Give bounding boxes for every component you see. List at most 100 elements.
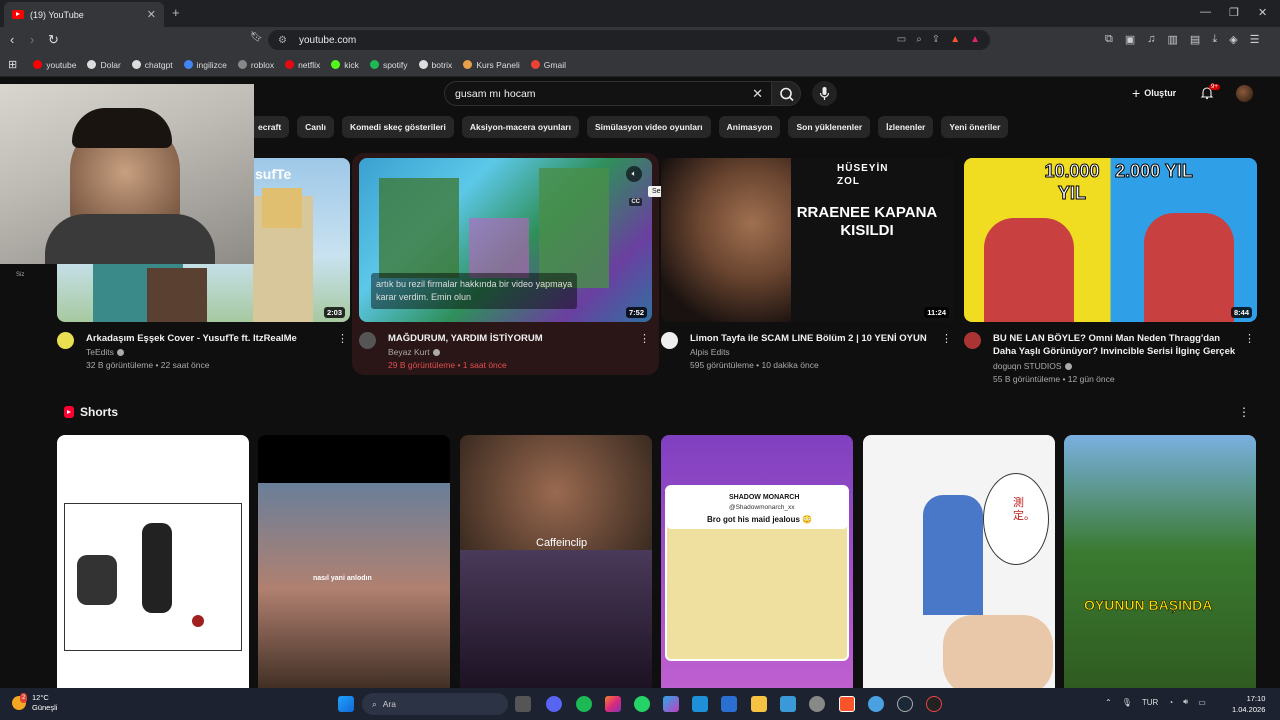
- video-title[interactable]: Limon Tayfa ile SCAM LINE Bölüm 2 | 10 Y…: [690, 332, 940, 345]
- taskbar-search[interactable]: ⌕ Ara: [362, 693, 508, 715]
- channel-avatar[interactable]: [57, 332, 74, 349]
- bookmark-youtube[interactable]: youtube: [33, 60, 76, 70]
- steam-icon[interactable]: [897, 696, 913, 712]
- share-icon[interactable]: ⇪: [932, 34, 940, 45]
- language-indicator[interactable]: TUR: [1142, 698, 1158, 707]
- video-thumbnail[interactable]: HÜSEYİN ZOL RRAENEE KAPANA KISILDI 11:24: [661, 158, 954, 322]
- music-icon[interactable]: ♫: [1147, 33, 1155, 46]
- filter-chip[interactable]: Komedi skeç gösterileri: [341, 116, 454, 138]
- instagram-icon[interactable]: [605, 696, 621, 712]
- bookmark-roblox[interactable]: roblox: [237, 60, 274, 70]
- short-item[interactable]: SHADOW MONARCH @Shadowmonarch_xx Bro got…: [661, 435, 853, 688]
- wallet2-icon[interactable]: ▤: [1190, 33, 1200, 46]
- filter-chip[interactable]: Aksiyon-macera oyunları: [461, 116, 579, 138]
- clear-search-icon[interactable]: ✕: [752, 86, 763, 102]
- bookmark-ingilizce[interactable]: ingilizce: [183, 60, 227, 70]
- video-title[interactable]: MAĞDURUM, YARDIM İSTİYORUM: [388, 332, 638, 345]
- filter-chip[interactable]: İzlenenler: [878, 116, 934, 138]
- wifi-icon[interactable]: ◔: [1168, 698, 1173, 707]
- bookmark-spotify[interactable]: spotify: [369, 60, 408, 70]
- reload-icon[interactable]: ↻: [48, 32, 59, 48]
- new-tab-icon[interactable]: +: [172, 5, 180, 20]
- filter-chip[interactable]: Son yüklenenler: [788, 116, 871, 138]
- short-item[interactable]: 測定。: [863, 435, 1055, 688]
- more-options-icon[interactable]: ⋮: [639, 332, 650, 345]
- video-thumbnail[interactable]: 10.000 YIL 2.000 YIL 8:44: [964, 158, 1257, 322]
- back-icon[interactable]: ‹: [10, 32, 14, 47]
- search-button[interactable]: [771, 81, 801, 106]
- spotify-icon[interactable]: [576, 696, 592, 712]
- store-icon[interactable]: [721, 696, 737, 712]
- create-button[interactable]: + Oluştur: [1132, 85, 1176, 101]
- bookmark-botrix[interactable]: botrix: [418, 60, 452, 70]
- site-info-icon[interactable]: ⚙︎: [278, 35, 287, 46]
- short-item[interactable]: OYUNUN BAŞINDA: [1064, 435, 1256, 688]
- channel-name[interactable]: Beyaz Kurt: [388, 347, 440, 357]
- bookmark-netflix[interactable]: netflix: [285, 60, 320, 70]
- apps-grid-icon[interactable]: ⊞: [8, 58, 17, 71]
- windows-start-icon[interactable]: [338, 696, 354, 712]
- minimize-icon[interactable]: —: [1200, 6, 1211, 18]
- brave-shield-icon[interactable]: ▲: [950, 34, 960, 45]
- download-icon[interactable]: ⤓: [1212, 33, 1217, 46]
- tray-expand-icon[interactable]: ⌃: [1105, 698, 1112, 707]
- brave-rewards-icon[interactable]: ▲: [970, 34, 980, 45]
- sidebar-icon[interactable]: ▥: [1168, 33, 1178, 46]
- mouse-app-icon[interactable]: [809, 696, 825, 712]
- zoom-icon[interactable]: ⌕: [916, 34, 922, 45]
- cast-icon[interactable]: ▭: [897, 34, 906, 45]
- short-item[interactable]: Caffeinclip: [460, 435, 652, 688]
- battery-icon[interactable]: ▭: [1198, 698, 1206, 707]
- system-clock[interactable]: 17:10 1.04.2026: [1232, 693, 1265, 715]
- filter-chip[interactable]: Simülasyon video oyunları: [586, 116, 711, 138]
- filter-chip[interactable]: ecraft: [250, 116, 290, 138]
- bookmark-kick[interactable]: kick: [331, 60, 359, 70]
- filter-chip[interactable]: Animasyon: [718, 116, 781, 138]
- bookmark-dolar[interactable]: Dolar: [87, 60, 121, 70]
- app-icon[interactable]: [780, 696, 796, 712]
- filter-chip[interactable]: Canlı: [297, 116, 334, 138]
- mute-button[interactable]: 🔈︎: [626, 166, 642, 182]
- video-title[interactable]: Arkadaşım Eşşek Cover - YusufTe ft. ItzR…: [86, 332, 336, 345]
- file-explorer-icon[interactable]: [751, 696, 767, 712]
- brave-browser-icon[interactable]: [839, 696, 855, 712]
- channel-name[interactable]: doguqn STUDIOS: [993, 361, 1072, 371]
- channel-name[interactable]: Alpis Edits: [690, 347, 730, 357]
- voice-search-button[interactable]: [812, 81, 837, 106]
- discord-icon[interactable]: [546, 696, 562, 712]
- whatsapp-icon[interactable]: [634, 696, 650, 712]
- video-thumbnail[interactable]: artık bu rezil firmalar hakkında bir vid…: [359, 158, 652, 322]
- more-options-icon[interactable]: ⋮: [1244, 332, 1255, 345]
- close-window-icon[interactable]: ✕: [1258, 6, 1267, 19]
- menu-icon[interactable]: ☰: [1250, 33, 1260, 46]
- photos-icon[interactable]: [692, 696, 708, 712]
- video-title[interactable]: BU NE LAN BÖYLE? Omni Man Neden Thragg'd…: [993, 332, 1243, 358]
- tab-close-icon[interactable]: ✕: [147, 8, 156, 21]
- obs-icon[interactable]: [926, 696, 942, 712]
- extensions-icon[interactable]: ⧉: [1105, 33, 1113, 46]
- tab-youtube[interactable]: (19) YouTube ✕: [4, 2, 164, 27]
- weather-widget[interactable]: 2 12°C Güneşli: [12, 693, 57, 713]
- settings-gear-icon[interactable]: [868, 696, 884, 712]
- volume-icon[interactable]: 🔊︎: [1183, 697, 1188, 707]
- vpn-icon[interactable]: ◈: [1229, 33, 1237, 46]
- filter-chip[interactable]: Yeni öneriler: [941, 116, 1009, 138]
- channel-avatar[interactable]: [661, 332, 678, 349]
- wallet-icon[interactable]: ▣: [1125, 33, 1135, 46]
- sidebar-you-label[interactable]: Siz: [16, 272, 24, 278]
- copilot-icon[interactable]: [663, 696, 679, 712]
- forward-icon[interactable]: ›: [30, 32, 34, 47]
- channel-avatar[interactable]: [964, 332, 981, 349]
- more-options-icon[interactable]: ⋮: [941, 332, 952, 345]
- bookmark-gmail[interactable]: Gmail: [530, 60, 566, 70]
- search-input[interactable]: gusam mı hocam ✕: [444, 81, 772, 106]
- short-item[interactable]: nasıl yani anlodın: [258, 435, 450, 688]
- bookmark-icon[interactable]: 🔖︎: [250, 32, 263, 43]
- channel-avatar[interactable]: [359, 332, 376, 349]
- short-item[interactable]: [57, 435, 249, 688]
- task-view-icon[interactable]: [515, 696, 531, 712]
- bookmark-chatgpt[interactable]: chatgpt: [131, 60, 173, 70]
- channel-name[interactable]: TeEdits: [86, 347, 124, 357]
- more-options-icon[interactable]: ⋮: [337, 332, 348, 345]
- account-avatar[interactable]: [1236, 85, 1253, 102]
